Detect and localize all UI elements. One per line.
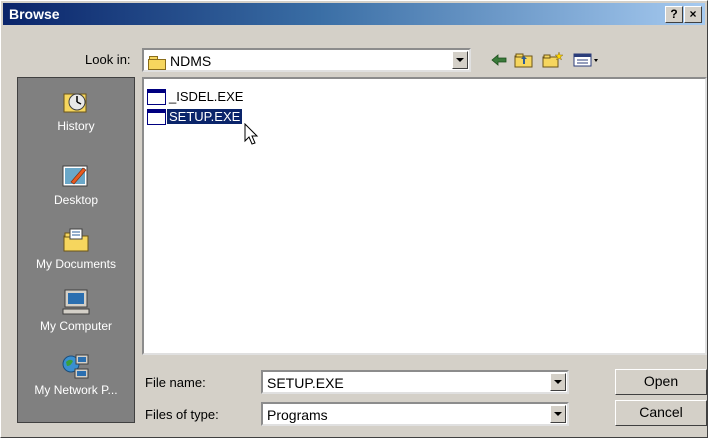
look-in-value: NDMS [148,53,211,70]
window-title: Browse [9,6,60,22]
place-my-documents[interactable]: My Documents [18,226,134,271]
file-name: _ISDEL.EXE [169,89,244,104]
look-in-dropdown[interactable]: NDMS [142,48,471,72]
title-bar[interactable]: Browse ? × [3,3,705,25]
file-type-label: Files of type: [145,407,219,422]
folder-icon [148,55,166,70]
file-type-value: Programs [267,407,328,423]
cancel-button[interactable]: Cancel [615,400,707,426]
place-my-network-places[interactable]: My Network P... [18,352,134,397]
chevron-down-icon[interactable] [452,51,468,69]
exe-file-icon [147,89,166,105]
file-name-value: SETUP.EXE [267,375,344,391]
browse-dialog: Browse ? × Look in: NDMS History Desktop… [0,0,708,438]
back-arrow-icon[interactable] [490,51,508,69]
places-bar: History Desktop My Documents My Computer… [17,77,135,423]
setup-file-icon [147,109,166,125]
file-name: SETUP.EXE [167,109,243,124]
close-button[interactable]: × [684,6,702,23]
history-icon [61,88,91,116]
file-name-input[interactable]: SETUP.EXE [261,370,569,394]
place-my-computer[interactable]: My Computer [18,288,134,333]
up-folder-icon[interactable] [514,51,534,69]
open-button[interactable]: Open [615,369,707,395]
place-history[interactable]: History [18,88,134,133]
file-type-dropdown[interactable]: Programs [261,402,569,426]
look-in-label: Look in: [85,52,131,67]
place-label: Desktop [53,193,99,207]
file-name-label: File name: [145,375,206,390]
view-menu-icon[interactable] [573,51,601,69]
chevron-down-icon[interactable] [550,373,566,391]
help-button[interactable]: ? [665,6,683,23]
new-folder-icon[interactable] [542,51,564,69]
chevron-down-icon[interactable] [550,405,566,423]
place-label: History [57,119,95,133]
place-label: My Computer [39,319,113,333]
desktop-icon [61,162,91,190]
file-list[interactable]: _ISDEL.EXE SETUP.EXE [142,77,707,355]
place-desktop[interactable]: Desktop [18,162,134,207]
mouse-cursor-icon [244,123,259,145]
place-label: My Network P... [34,383,118,397]
place-label: My Documents [35,257,117,271]
my-computer-icon [61,288,91,316]
my-network-places-icon [61,352,91,380]
my-documents-icon [61,226,91,254]
